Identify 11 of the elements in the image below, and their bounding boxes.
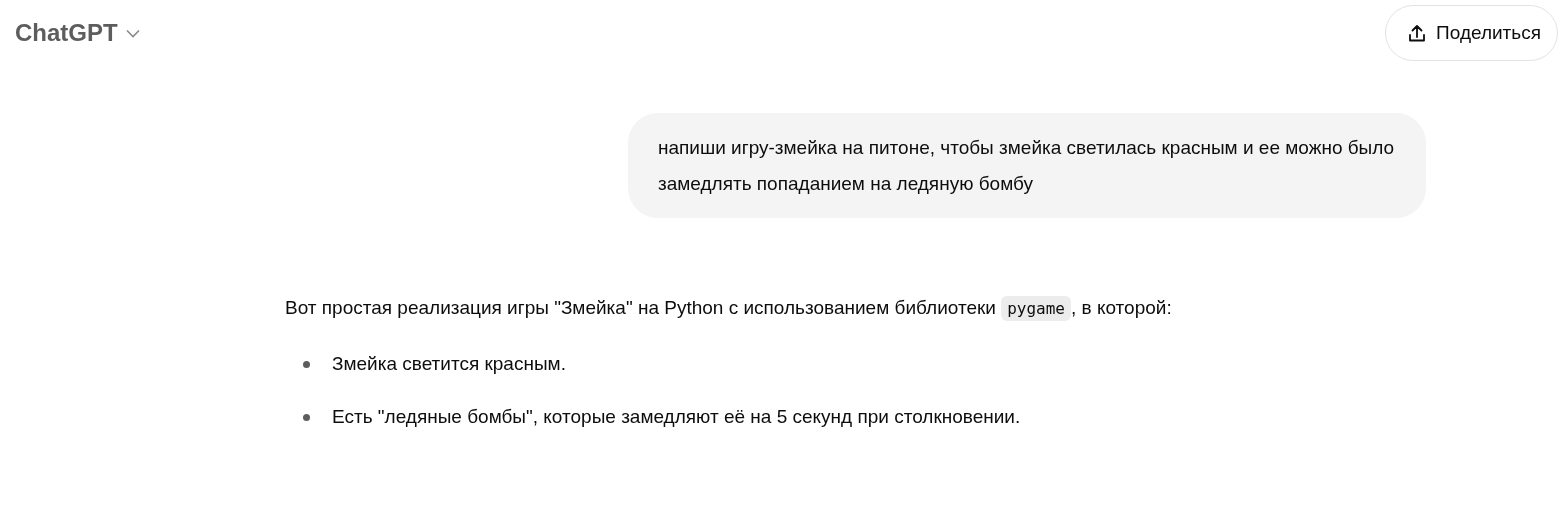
list-item: Есть "ледяные бомбы", которые замедляют её на 5 секунд при столкновении. xyxy=(332,405,1021,428)
bullet-icon xyxy=(303,414,310,421)
share-icon xyxy=(1408,23,1427,43)
share-button[interactable]: Поделиться xyxy=(1385,5,1558,61)
app-title: ChatGPT xyxy=(15,19,118,47)
assistant-paragraph: Вот простая реализация игры "Змейка" на Python с использованием библиотеки pygame , в которой: xyxy=(285,288,1345,329)
user-message: напиши игру-змейка на питоне, чтобы змейка светилась красным и ее можно было замедлять попаданием на ледяную бомбу xyxy=(628,113,1426,218)
bullet-icon xyxy=(303,361,310,368)
inline-code: pygame xyxy=(1001,296,1071,321)
list-item: Змейка светится красным. xyxy=(332,352,566,375)
chevron-down-icon[interactable] xyxy=(125,28,140,38)
